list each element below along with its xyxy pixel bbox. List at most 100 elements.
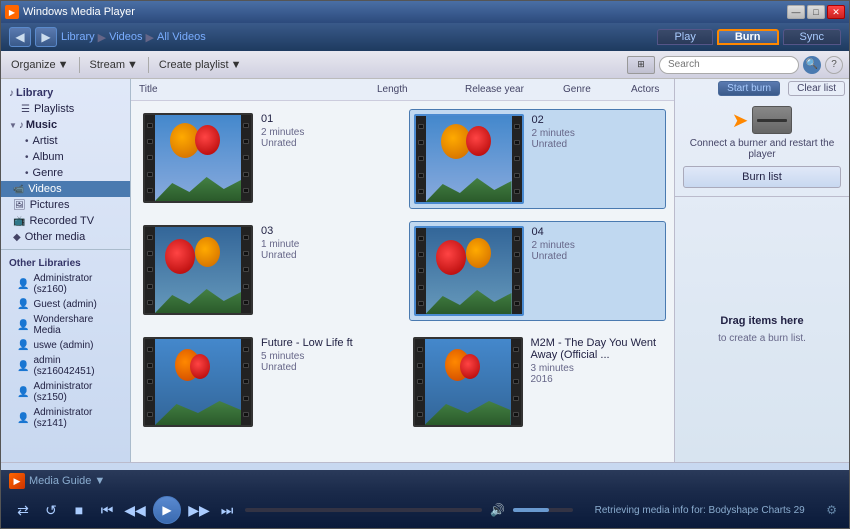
minimize-button[interactable]: — [787,5,805,19]
start-burn-button[interactable]: Start burn [718,81,780,96]
stop-button[interactable]: ■ [69,500,89,520]
mute-icon[interactable]: 🔊 [490,503,505,517]
film-hole [243,235,249,240]
col-title[interactable]: Title [139,84,369,95]
stream-label: Stream [90,59,125,71]
play-tab[interactable]: Play [657,29,712,45]
other-libraries-header[interactable]: Other Libraries [1,254,130,271]
stream-button[interactable]: Stream ▼ [86,57,142,73]
media-guide-icon: ▶ [9,473,25,489]
sidebar-item-artist[interactable]: • Artist [1,133,130,149]
scrollbar-horizontal[interactable] [1,462,849,470]
media-guide-button[interactable]: Media Guide ▼ [29,475,105,487]
sidebar-item-music[interactable]: ▼ ♪ Music [1,117,130,133]
sidebar-item-uswe[interactable]: 👤 uswe (admin) [1,338,130,353]
film-hole [147,123,153,128]
film-hole [418,252,424,257]
search-input[interactable] [659,56,799,74]
film-image-2 [426,116,512,202]
person-icon-1: 👤 [17,279,29,290]
col-genre[interactable]: Genre [563,84,623,95]
sidebar-item-pictures[interactable]: 🖼 Pictures [1,197,130,213]
film-image-4 [426,228,512,314]
search-button[interactable]: 🔍 [803,56,821,74]
burner-icon-group: ➤ [732,106,793,134]
volume-slider[interactable] [513,508,573,512]
video-item-2[interactable]: 02 2 minutes Unrated [409,109,667,209]
balloon-2 [460,354,480,379]
shuffle-button[interactable]: ⇄ [13,500,33,520]
col-actors[interactable]: Actors [631,84,674,95]
person-icon-5: 👤 [17,361,29,372]
progress-bar[interactable] [245,508,482,512]
sidebar-item-other-media[interactable]: ◆ Other media [1,229,130,245]
sidebar-item-album[interactable]: • Album [1,149,130,165]
music-label: Music [26,119,57,131]
pictures-icon: 🖼 [13,200,26,211]
film-hole [147,155,153,160]
film-hole [418,156,424,161]
organize-button[interactable]: Organize ▼ [7,57,73,73]
film-hole [147,188,153,193]
video-title-4: 04 [532,226,662,238]
sidebar-item-admin-sz16[interactable]: 👤 admin (sz16042451) [1,353,130,379]
repeat-button[interactable]: ↺ [41,500,61,520]
burn-list-button[interactable]: Burn list [683,166,841,188]
admin-sz16-label: admin (sz16042451) [33,355,122,377]
film-hole [418,268,424,273]
help-button[interactable]: ? [825,56,843,74]
sidebar-item-admin-sz160[interactable]: 👤 Administrator (sz160) [1,271,130,297]
col-length[interactable]: Length [377,84,457,95]
video-item-1[interactable]: 01 2 minutes Unrated [139,109,397,209]
maximize-button[interactable]: □ [807,5,825,19]
film-hole [147,347,153,352]
film-hole [243,139,249,144]
sidebar-item-recorded-tv[interactable]: 📺 Recorded TV [1,213,130,229]
sidebar-item-genre[interactable]: • Genre [1,165,130,181]
sidebar-item-guest[interactable]: 👤 Guest (admin) [1,297,130,312]
film-hole [243,363,249,368]
col-release[interactable]: Release year [465,84,555,95]
burn-tab[interactable]: Burn [717,29,779,45]
play-pause-button[interactable]: ▶ [153,496,181,524]
prev-button[interactable]: ⏮ [97,500,117,520]
video-title-2: 02 [532,114,662,126]
next-button[interactable]: ⏭ [217,500,237,520]
video-item-5[interactable]: Future - Low Life ft 5 minutes Unrated [139,333,397,431]
clear-list-button[interactable]: Clear list [788,81,845,96]
balloon-2 [466,126,491,156]
sidebar-item-playlists[interactable]: ☰ Playlists [1,101,130,117]
drive-slot [757,119,787,122]
sidebar-item-wondershare[interactable]: 👤 Wondershare Media [1,312,130,338]
breadcrumb-all-videos[interactable]: All Videos [157,31,206,43]
sidebar-item-admin-sz141[interactable]: 👤 Administrator (sz141) [1,405,130,431]
create-playlist-button[interactable]: Create playlist ▼ [155,57,246,73]
media-guide-label: Media Guide [29,475,91,487]
prev-frame-button[interactable]: ◀◀ [125,500,145,520]
next-frame-button[interactable]: ▶▶ [189,500,209,520]
film-holes-right-2 [512,116,522,202]
breadcrumb-library[interactable]: Library [61,31,95,43]
video-length-1: 2 minutes [261,127,393,138]
back-button[interactable]: ◀ [9,27,31,47]
close-button[interactable]: ✕ [827,5,845,19]
sidebar-item-videos[interactable]: 📹 Videos [1,181,130,197]
breadcrumb-videos[interactable]: Videos [109,31,142,43]
sidebar-item-library[interactable]: ♪ Library [1,83,130,101]
video-info-4: 04 2 minutes Unrated [532,226,662,262]
playback-status: Retrieving media info for: Bodyshape Cha… [581,505,818,516]
video-rating-5: Unrated [261,362,393,373]
forward-button[interactable]: ▶ [35,27,57,47]
video-item-3[interactable]: 03 1 minute Unrated [139,221,397,321]
video-item-4[interactable]: 04 2 minutes Unrated [409,221,667,321]
sidebar-item-admin-sz150[interactable]: 👤 Administrator (sz150) [1,379,130,405]
video-item-6[interactable]: M2M - The Day You Went Away (Official ..… [409,333,667,431]
view-options-button[interactable]: ⊞ [627,56,655,74]
playlists-icon: ☰ [21,104,30,115]
settings-icon[interactable]: ⚙ [826,503,837,517]
film-hole [147,235,153,240]
sync-tab[interactable]: Sync [783,29,841,45]
film-holes-left-1 [145,115,155,201]
film-hole [243,347,249,352]
film-hole [417,412,423,417]
